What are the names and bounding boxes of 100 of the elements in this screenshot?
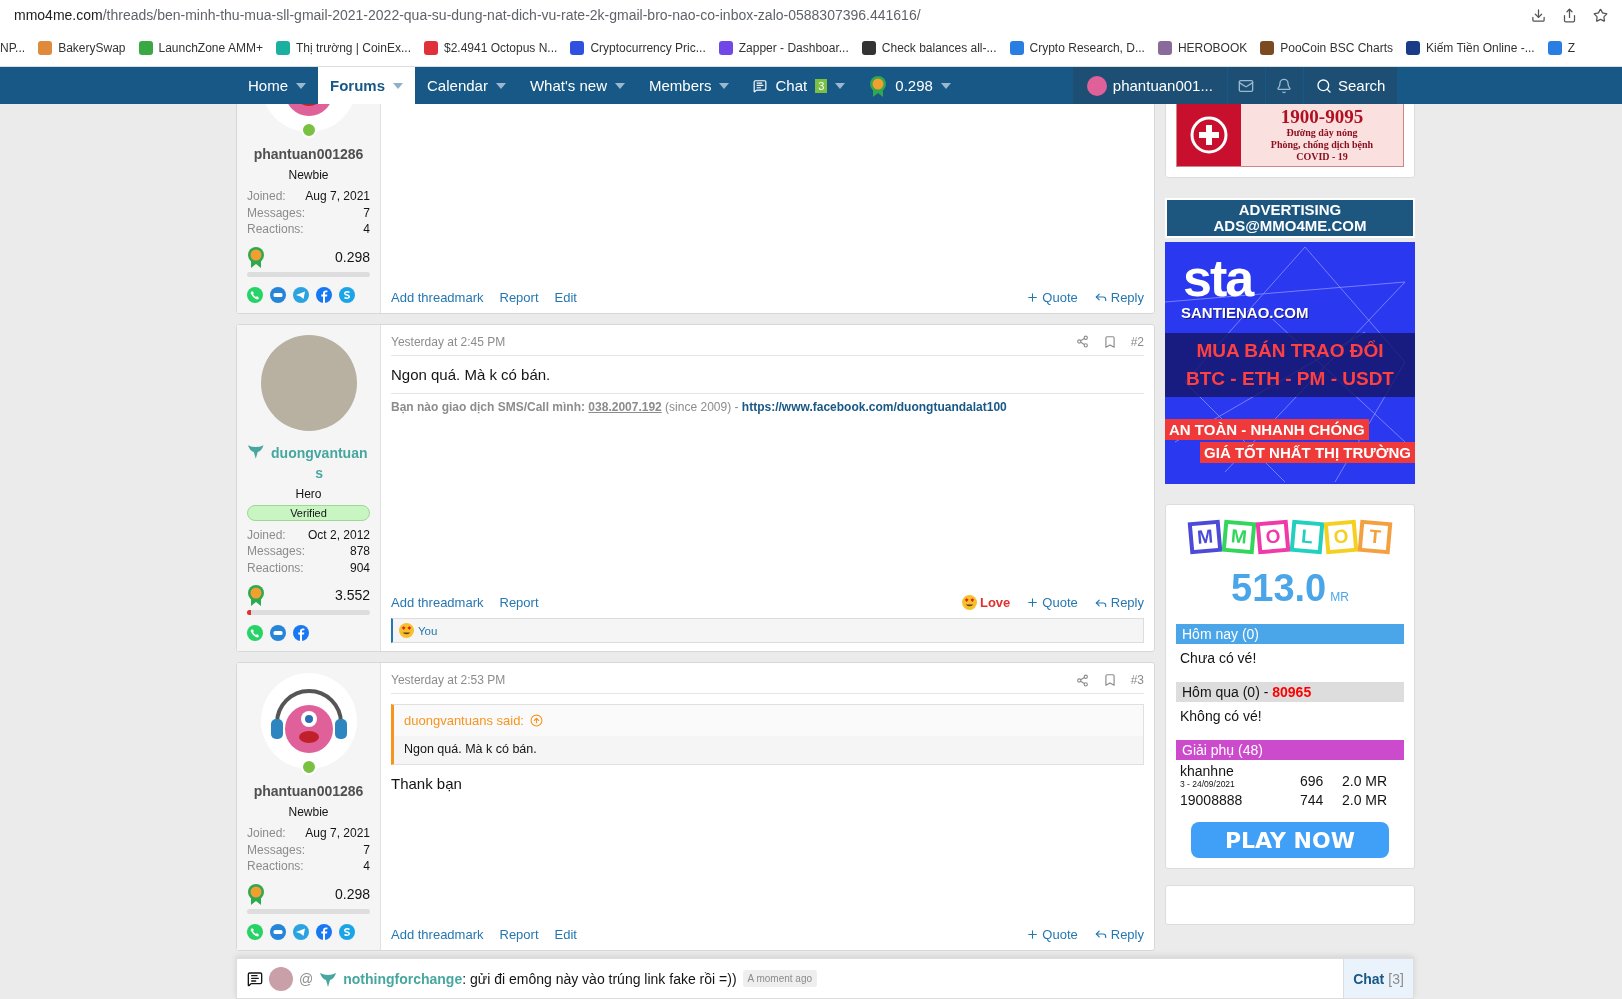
stat-value: Aug 7, 2021 — [305, 188, 370, 205]
message-time: A moment ago — [742, 970, 818, 987]
search-icon — [1315, 77, 1332, 94]
reply-button[interactable]: Reply — [1093, 926, 1144, 942]
share-icon[interactable] — [1075, 673, 1089, 687]
chat-bubble-icon[interactable] — [270, 286, 286, 303]
exchange-ad-banner[interactable]: sta SANTIENAO.COM MUA BÁN TRAO ĐỔI BTC - ETH - PM - USDT AN TOÀN - NHANH CHÓNG GIÁ TỐT NHẤT THỊ TRƯỜNG — [1165, 242, 1415, 484]
post-action-link[interactable]: Add threadmark — [391, 926, 484, 942]
bookmark-item[interactable]: LaunchZone AMM+ — [138, 41, 263, 55]
stat-value: 4 — [363, 221, 370, 238]
share-icon[interactable] — [1562, 7, 1577, 23]
bookmark-item[interactable]: Crypto Research, D... — [1009, 41, 1145, 55]
reply-button[interactable]: Reply — [1093, 289, 1144, 305]
chat-bubble-icon[interactable] — [270, 625, 286, 641]
post-text: Ngon quá. Mà k có bán. — [391, 364, 552, 385]
post-action-link[interactable]: Report — [499, 289, 539, 305]
alerts-button[interactable] — [1264, 67, 1303, 104]
post-action-link[interactable]: Report — [499, 595, 539, 610]
bookmark-item[interactable]: Check balances all-... — [861, 41, 997, 55]
ticket-number: 696 — [1300, 773, 1325, 789]
hotline-banner[interactable]: 1900-9095 Đường dây nóng Phòng, chống dịch bệnh COVID - 19 — [1176, 104, 1404, 167]
post-action-link[interactable]: Edit — [554, 289, 577, 305]
inbox-button[interactable] — [1226, 67, 1265, 104]
quote-button[interactable]: Quote — [1026, 926, 1078, 942]
plus-icon — [1026, 596, 1040, 609]
chat-icon[interactable] — [247, 970, 263, 987]
reply-button[interactable]: Reply — [1093, 595, 1144, 610]
bookmark-icon[interactable] — [1102, 334, 1117, 349]
stat-value: 4 — [363, 858, 370, 875]
arrow-up-icon[interactable] — [530, 714, 543, 727]
search-button[interactable]: Search — [1302, 67, 1398, 104]
nav-tab[interactable]: 0.298 — [857, 67, 963, 104]
post-action-link[interactable]: Report — [499, 926, 539, 942]
bookmark-item[interactable]: Z — [1547, 41, 1576, 55]
wings-icon — [319, 970, 338, 987]
balance-value: 0.298 — [334, 248, 370, 265]
post-number[interactable]: #3 — [1130, 673, 1144, 687]
bookmark-item[interactable]: $2.4941 Octopus N... — [423, 41, 558, 55]
bell-icon — [1276, 77, 1293, 94]
bookmark-item[interactable]: NP... — [0, 41, 26, 55]
paper-plane-icon[interactable] — [293, 286, 309, 303]
skype-icon[interactable] — [339, 923, 355, 940]
wings-icon — [247, 442, 265, 459]
post-action-link[interactable]: Add threadmark — [391, 289, 484, 305]
mail-icon — [1238, 77, 1255, 94]
star-icon[interactable] — [1593, 7, 1608, 23]
verified-badge: Verified — [247, 504, 370, 521]
winner-name: 19008888 — [1180, 792, 1244, 808]
love-button[interactable]: Love — [962, 595, 1011, 610]
facebook-icon[interactable] — [293, 625, 309, 641]
nav-tab[interactable]: Members — [636, 67, 742, 104]
bookmark-item[interactable]: PooCoin BSC Charts — [1260, 41, 1393, 55]
share-icon[interactable] — [1075, 335, 1089, 348]
phone-icon[interactable] — [247, 625, 263, 641]
phone-icon[interactable] — [247, 286, 263, 303]
chat-bubble-icon[interactable] — [270, 923, 286, 940]
bookmark-item[interactable]: Zapper - Dashboar... — [718, 41, 849, 55]
account-menu[interactable]: phantuan001... — [1072, 67, 1227, 104]
nav-tab[interactable]: Home — [236, 67, 318, 104]
bookmark-item[interactable]: Kiếm Tiền Online -... — [1406, 41, 1535, 55]
caret-icon — [719, 82, 730, 89]
username-link[interactable]: phantuan001286 — [253, 781, 364, 801]
bookmark-item[interactable]: Cryptocurrency Pric... — [570, 41, 706, 55]
bookmark-item[interactable]: Thị trường | CoinEx... — [275, 41, 411, 55]
nav-tab[interactable]: What's new — [517, 67, 637, 104]
username-link[interactable]: phantuan001286 — [253, 144, 364, 164]
caret-icon — [614, 82, 625, 89]
paper-plane-icon[interactable] — [293, 923, 309, 940]
ad-tag: AN TOÀN - NHANH CHÓNG — [1165, 419, 1369, 440]
nav-tab[interactable]: Chat 3 — [741, 67, 858, 104]
post-time[interactable]: Yesterday at 2:53 PM — [391, 673, 1076, 687]
stat-label: Joined: — [247, 526, 286, 543]
post-action-link[interactable]: Add threadmark — [391, 595, 484, 610]
quote-button[interactable]: Quote — [1026, 289, 1078, 305]
reply-icon — [1093, 927, 1108, 941]
facebook-link[interactable]: https://www.facebook.com/duongtuandalat100 — [741, 399, 1007, 414]
phone-icon[interactable] — [247, 923, 263, 940]
quote-button[interactable]: Quote — [1026, 595, 1078, 610]
section-note: Chưa có vé! — [1179, 649, 1258, 668]
post-number[interactable]: #2 — [1130, 334, 1144, 349]
bookmark-item[interactable]: BakerySwap — [38, 41, 126, 55]
skype-icon[interactable] — [339, 286, 355, 303]
nav-tab[interactable]: Calendar — [415, 67, 518, 104]
section-header: Hôm qua (0) - 80965 — [1176, 682, 1404, 702]
chat-toggle-button[interactable]: Chat [3] — [1343, 959, 1413, 998]
bookmark-icon[interactable] — [1102, 673, 1117, 687]
ad-band: MUA BÁN TRAO ĐỔI BTC - ETH - PM - USDT — [1165, 333, 1415, 397]
post-time[interactable]: Yesterday at 2:45 PM — [391, 334, 1076, 349]
post-action-link[interactable]: Edit — [554, 926, 577, 942]
bookmark-item[interactable]: HEROBOOK — [1157, 41, 1248, 55]
ad-logo: sta — [1183, 252, 1254, 304]
award-icon — [247, 245, 265, 268]
stat-label: Reactions: — [247, 559, 304, 576]
reactions-bar[interactable]: You — [391, 618, 1144, 643]
facebook-icon[interactable] — [316, 286, 332, 303]
chat-icon — [753, 78, 768, 93]
download-icon[interactable] — [1531, 7, 1546, 23]
facebook-icon[interactable] — [316, 923, 332, 940]
advertising-banner[interactable]: ADVERTISING ADS@MMO4ME.COM — [1165, 198, 1415, 238]
nav-tab[interactable]: Forums — [318, 67, 416, 104]
